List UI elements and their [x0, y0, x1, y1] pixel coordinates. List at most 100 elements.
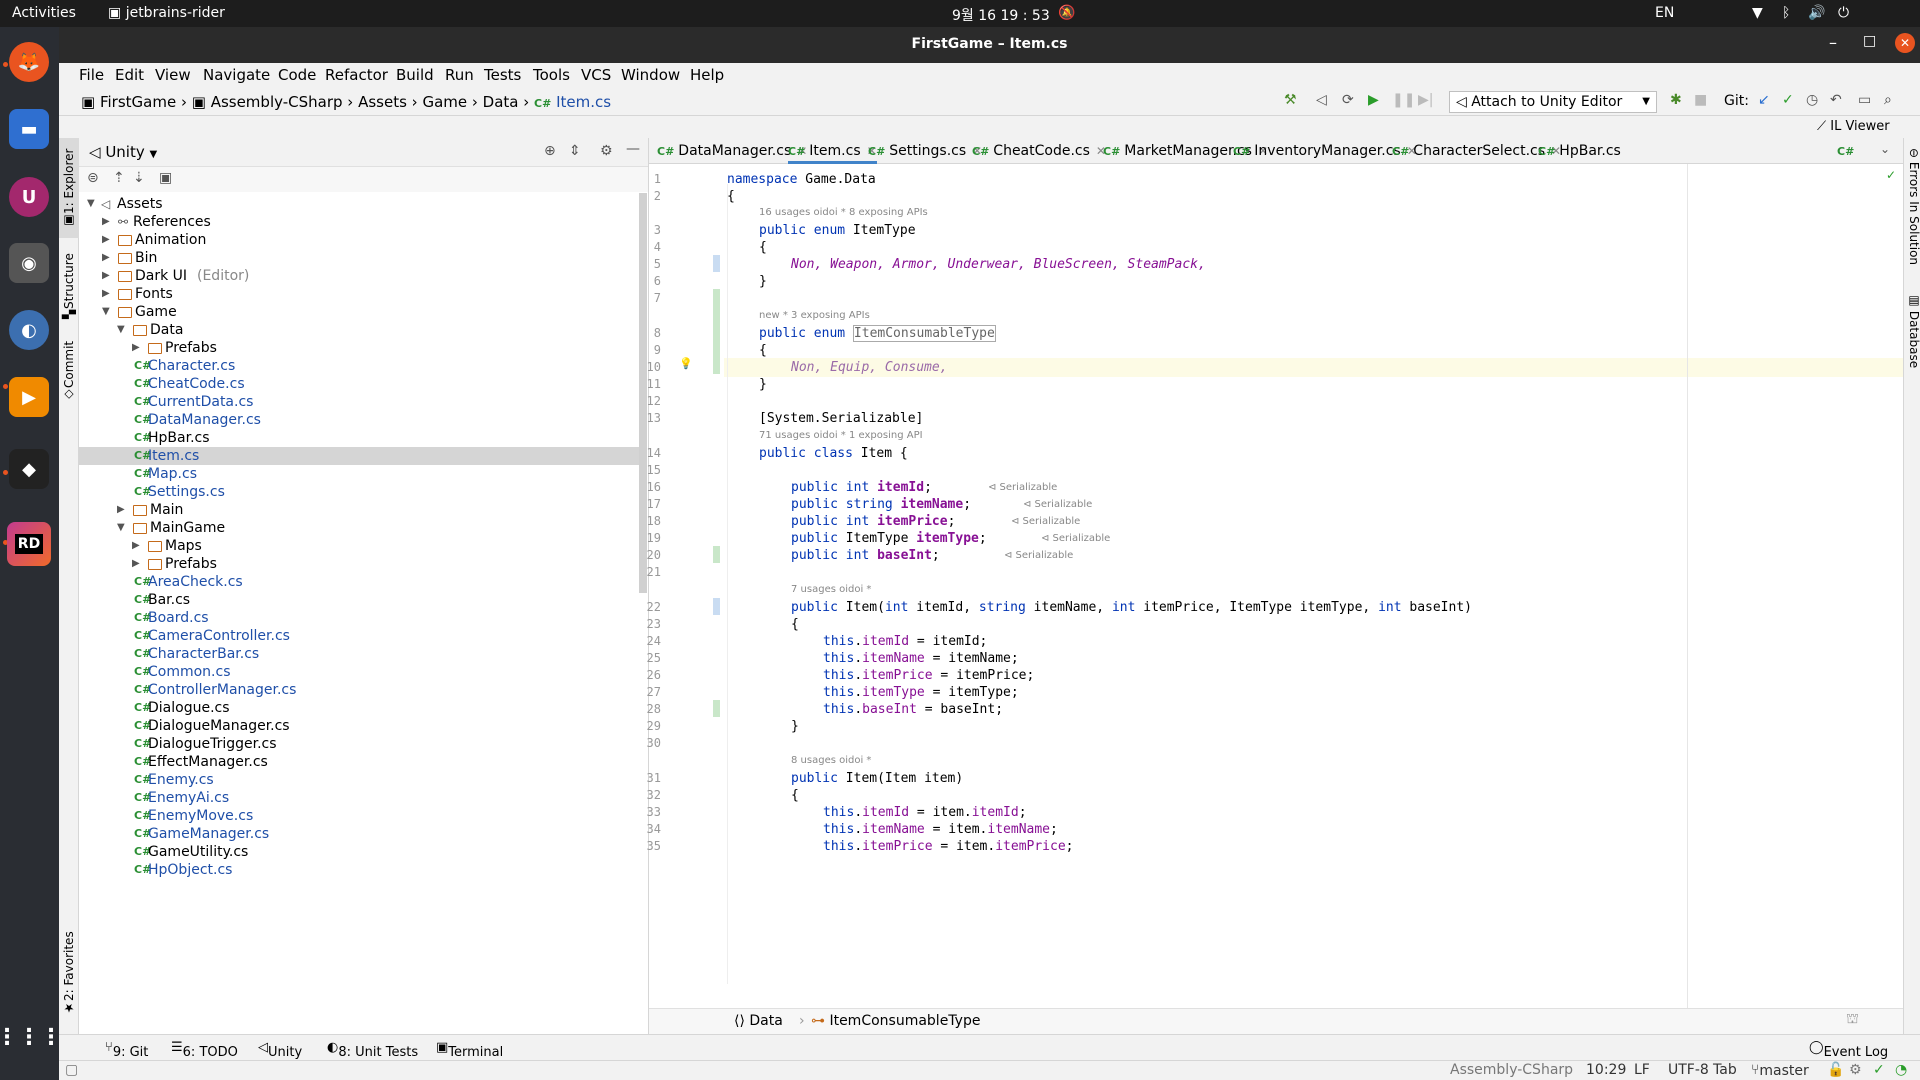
- file-item[interactable]: C# DataManager.cs: [79, 411, 639, 429]
- code-line[interactable]: this.itemPrice = item.itemPrice;: [823, 839, 1074, 854]
- file-item[interactable]: C# Common.cs: [79, 663, 639, 681]
- code-line[interactable]: {: [759, 343, 767, 358]
- crumb-namespace[interactable]: ⟨⟩ Data: [734, 1013, 783, 1029]
- reader-mode-icon[interactable]: ⛫: [1846, 1011, 1859, 1029]
- firefox-icon[interactable]: 🦊: [9, 42, 49, 82]
- lock-icon[interactable]: 🔓: [1827, 1062, 1844, 1078]
- language-indicator[interactable]: EN: [1655, 5, 1674, 21]
- code-line[interactable]: {: [727, 189, 735, 204]
- git-update-icon[interactable]: ↙: [1758, 92, 1770, 108]
- tab-hpbar[interactable]: C# HpBar.cs: [1538, 138, 1621, 164]
- code-vision-hint[interactable]: 16 usages oidoi * 8 exposing APIs: [759, 207, 928, 218]
- menu-window[interactable]: Window: [621, 66, 680, 84]
- chevron-down-icon[interactable]: ▼: [117, 519, 125, 537]
- code-line[interactable]: Non, Equip, Consume,: [791, 360, 948, 375]
- event-log-button[interactable]: ◯ Event Log: [1809, 1040, 1888, 1060]
- tab-item[interactable]: C# Item.cs ✕: [788, 138, 877, 164]
- file-item[interactable]: C# EnemyMove.cs: [79, 807, 639, 825]
- menu-help[interactable]: Help: [690, 66, 724, 84]
- tab-unit-tests[interactable]: ◐ 8: Unit Tests: [327, 1040, 418, 1060]
- menu-edit[interactable]: Edit: [115, 66, 144, 84]
- folder-item[interactable]: ▶ ⚯ References: [79, 213, 639, 231]
- code-line[interactable]: [System.Serializable]: [759, 411, 923, 426]
- code-vision-hint[interactable]: 8 usages oidoi *: [791, 755, 871, 766]
- folder-item[interactable]: ▶ Maps: [79, 537, 639, 555]
- code-line[interactable]: public class Item {: [759, 446, 908, 461]
- tab-commit[interactable]: ◇ Commit: [59, 336, 79, 406]
- folder-item[interactable]: ▼ Game: [79, 303, 639, 321]
- file-item[interactable]: C# GameUtility.cs: [79, 843, 639, 861]
- tab-datamanager[interactable]: C# DataManager.cs ✕: [657, 138, 807, 164]
- power-icon[interactable]: ⏻: [1838, 5, 1849, 21]
- code-line[interactable]: }: [759, 377, 767, 392]
- search-icon[interactable]: ⌕: [1884, 92, 1892, 108]
- active-app-menu[interactable]: ▣ jetbrains-rider: [108, 5, 225, 21]
- code-line[interactable]: public string itemName;: [791, 497, 971, 512]
- breadcrumb-game[interactable]: Game: [422, 93, 467, 111]
- tab-inventorymanager[interactable]: C# InventoryManager.cs ✕: [1233, 138, 1417, 164]
- explorer-view-select[interactable]: ◁ Unity ▼: [89, 143, 157, 161]
- chevron-right-icon[interactable]: ▶: [102, 213, 110, 231]
- folder-item[interactable]: ▼ Data: [79, 321, 639, 339]
- file-item[interactable]: C# EnemyAi.cs: [79, 789, 639, 807]
- chevron-right-icon[interactable]: ▶: [102, 249, 110, 267]
- folder-item[interactable]: ▶ Animation: [79, 231, 639, 249]
- breadcrumb-assets[interactable]: Assets: [358, 93, 407, 111]
- code-vision-hint[interactable]: 71 usages oidoi * 1 exposing API: [759, 430, 923, 441]
- menu-vcs[interactable]: VCS: [581, 66, 611, 84]
- stop-icon[interactable]: ■: [1694, 92, 1707, 108]
- code-line[interactable]: public int itemPrice;: [791, 514, 955, 529]
- tab-characterselect[interactable]: C# CharacterSelect.cs ✕: [1392, 138, 1561, 164]
- code-line[interactable]: public enum ItemConsumableType: [759, 325, 996, 342]
- code-line[interactable]: {: [759, 240, 767, 255]
- il-viewer-tab[interactable]: ⟋ IL Viewer: [1817, 119, 1890, 134]
- show-apps-icon[interactable]: ⋮⋮⋮: [0, 1017, 62, 1057]
- file-item[interactable]: C# HpObject.cs: [79, 861, 639, 879]
- folder-item[interactable]: ▼ ◁ Assets: [79, 195, 639, 213]
- tab-git[interactable]: ⑂ 9: Git: [105, 1040, 148, 1060]
- collapse-icon[interactable]: ⇕: [569, 143, 581, 159]
- screenshot-icon[interactable]: ◉: [9, 243, 49, 283]
- color-picker-icon[interactable]: ◐: [9, 310, 49, 350]
- git-rollback-icon[interactable]: ↶: [1830, 92, 1842, 108]
- close-icon[interactable]: ✕: [1895, 33, 1915, 53]
- scratch-icon[interactable]: ⊜: [87, 170, 99, 186]
- code-line[interactable]: this.baseInt = baseInt;: [823, 702, 1003, 717]
- git-commit-icon[interactable]: ✓: [1782, 92, 1794, 108]
- ubuntu-software-icon[interactable]: U: [9, 177, 49, 217]
- code-vision-hint[interactable]: new * 3 exposing APIs: [759, 310, 870, 321]
- inspection-icon[interactable]: ✓: [1873, 1062, 1885, 1078]
- expand-icon[interactable]: ⇡: [113, 170, 125, 186]
- preview-icon[interactable]: ▣: [159, 170, 172, 186]
- tab-overflow[interactable]: C#: [1837, 138, 1858, 164]
- code-line[interactable]: }: [791, 719, 799, 734]
- code-line[interactable]: public Item(int itemId, string itemName,…: [791, 600, 1472, 615]
- tab-terminal[interactable]: ▣ Terminal: [436, 1040, 503, 1060]
- file-item[interactable]: C# ControllerManager.cs: [79, 681, 639, 699]
- file-item[interactable]: C# CharacterBar.cs: [79, 645, 639, 663]
- refresh-icon[interactable]: ⟳: [1342, 92, 1354, 108]
- code-line[interactable]: public Item(Item item): [791, 771, 963, 786]
- maximize-icon[interactable]: □: [1863, 33, 1876, 49]
- build-icon[interactable]: ⚒: [1284, 92, 1297, 108]
- folder-item[interactable]: ▶ Dark UI (Editor): [79, 267, 639, 285]
- crumb-type[interactable]: ⊶ ItemConsumableType: [811, 1013, 980, 1029]
- code-line[interactable]: this.itemName = item.itemName;: [823, 822, 1058, 837]
- code-line[interactable]: this.itemName = itemName;: [823, 651, 1019, 666]
- file-item[interactable]: C# GameManager.cs: [79, 825, 639, 843]
- hide-icon[interactable]: —: [626, 141, 640, 157]
- wifi-icon[interactable]: ▼: [1752, 5, 1763, 21]
- tab-todo[interactable]: ☰ 6: TODO: [171, 1040, 238, 1060]
- run-configuration-select[interactable]: ◁ Attach to Unity Editor ▼: [1449, 91, 1657, 113]
- chevron-right-icon[interactable]: ▶: [132, 537, 140, 555]
- settings-icon[interactable]: ⚙: [1849, 1062, 1862, 1078]
- file-item[interactable]: C# Dialogue.cs: [79, 699, 639, 717]
- tab-favorites[interactable]: ★ 2: Favorites: [59, 928, 79, 1018]
- unity-icon[interactable]: ◆: [9, 449, 49, 489]
- tabs-dropdown-icon[interactable]: ⌄: [1880, 142, 1890, 156]
- debug-icon[interactable]: ✱: [1670, 92, 1682, 108]
- code-line[interactable]: Non, Weapon, Armor, Underwear, BlueScree…: [791, 257, 1206, 272]
- code-area[interactable]: namespace Game.Data {public enum ItemType…: [649, 164, 1903, 1008]
- notifications-icon[interactable]: ◔: [1895, 1062, 1907, 1078]
- breadcrumb-data[interactable]: Data: [483, 93, 519, 111]
